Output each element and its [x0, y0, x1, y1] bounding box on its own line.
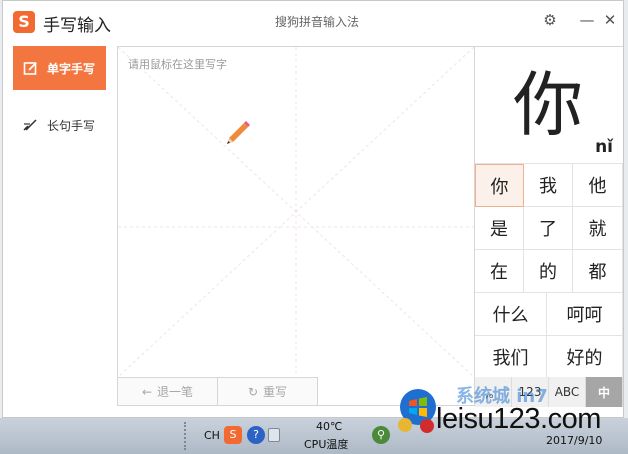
preview-pinyin: nǐ: [595, 137, 613, 157]
settings-gear-icon[interactable]: ⚙: [539, 9, 561, 31]
shield-icon: [398, 418, 412, 432]
pencil-icon: [227, 121, 250, 144]
preview-char: 你: [513, 64, 583, 146]
writing-pad[interactable]: 请用鼠标在这里写字 ← 退一笔 ↻ 重写: [117, 46, 475, 406]
candidate-item[interactable]: 呵呵: [547, 293, 623, 336]
watermark-text: leisu123.com: [436, 403, 601, 435]
pad-hint-text: 请用鼠标在这里写字: [128, 58, 227, 71]
refresh-icon: ↻: [247, 384, 259, 399]
undo-stroke-button[interactable]: ← 退一笔: [118, 377, 218, 405]
char-preview: 你 nǐ: [475, 47, 623, 163]
sentence-pen-icon: [23, 119, 37, 131]
clock-date[interactable]: 2017/9/10: [546, 434, 602, 447]
close-button[interactable]: ✕: [599, 9, 621, 31]
app-title: 手写输入: [43, 16, 111, 36]
nav-single-char[interactable]: 单字手写: [13, 46, 106, 90]
network-people-icon[interactable]: ⚲: [372, 426, 390, 444]
candidate-item[interactable]: 都: [573, 250, 623, 293]
site-watermark: 系统城 in7 leisu123.com 2017/9/10: [396, 381, 628, 454]
candidate-item[interactable]: 你: [475, 164, 524, 207]
result-panel: 你 nǐ 你 我 他 是 了 就 在 的 都 什么 呵呵 我们 好的 ,。 12…: [475, 46, 623, 407]
candidate-item[interactable]: 的: [524, 250, 573, 293]
minimize-button[interactable]: —: [576, 9, 598, 31]
cpu-temperature-label: CPU温度: [304, 438, 349, 451]
candidate-item[interactable]: 在: [475, 250, 524, 293]
nav-long-sentence[interactable]: 长句手写: [13, 103, 106, 147]
undo-stroke-label: 退一笔: [157, 385, 194, 399]
language-indicator[interactable]: CH: [204, 429, 220, 442]
ime-name: 搜狗拼音输入法: [275, 15, 360, 29]
sogou-tray-icon[interactable]: S: [224, 426, 242, 444]
candidate-item[interactable]: 他: [573, 164, 623, 207]
handwriting-window: S 手写输入 搜狗拼音输入法 ⚙ — ✕ 单字手写 长句手写 请用鼠标在这里写字…: [2, 0, 624, 418]
candidate-item[interactable]: 就: [573, 207, 623, 250]
candidate-item[interactable]: 我们: [475, 336, 547, 378]
candidate-item[interactable]: 了: [524, 207, 573, 250]
edit-box-icon: [23, 62, 37, 75]
nav-long-sentence-label: 长句手写: [47, 118, 96, 133]
keyboard-icon[interactable]: [268, 428, 280, 442]
tray-grip[interactable]: [184, 422, 192, 450]
rewrite-button[interactable]: ↻ 重写: [218, 377, 318, 405]
back-arrow-icon: ←: [141, 384, 153, 399]
rewrite-label: 重写: [263, 385, 288, 399]
pad-guide-grid: [118, 47, 474, 377]
pad-actions: ← 退一笔 ↻ 重写: [118, 377, 318, 405]
candidate-grid: 你 我 他 是 了 就 在 的 都 什么 呵呵 我们 好的: [475, 163, 623, 378]
cpu-temperature: 40℃: [316, 420, 343, 433]
title-bar: S 手写输入 搜狗拼音输入法 ⚙ — ✕: [3, 1, 623, 41]
antivirus-icon: [420, 419, 434, 433]
candidate-item[interactable]: 是: [475, 207, 524, 250]
candidate-item[interactable]: 什么: [475, 293, 547, 336]
nav-single-char-label: 单字手写: [47, 61, 96, 76]
candidate-item[interactable]: 我: [524, 164, 573, 207]
sogou-logo-icon: S: [13, 11, 35, 33]
candidate-item[interactable]: 好的: [547, 336, 623, 378]
mode-sidebar: 单字手写 长句手写: [3, 41, 115, 417]
help-icon[interactable]: ?: [247, 426, 265, 444]
